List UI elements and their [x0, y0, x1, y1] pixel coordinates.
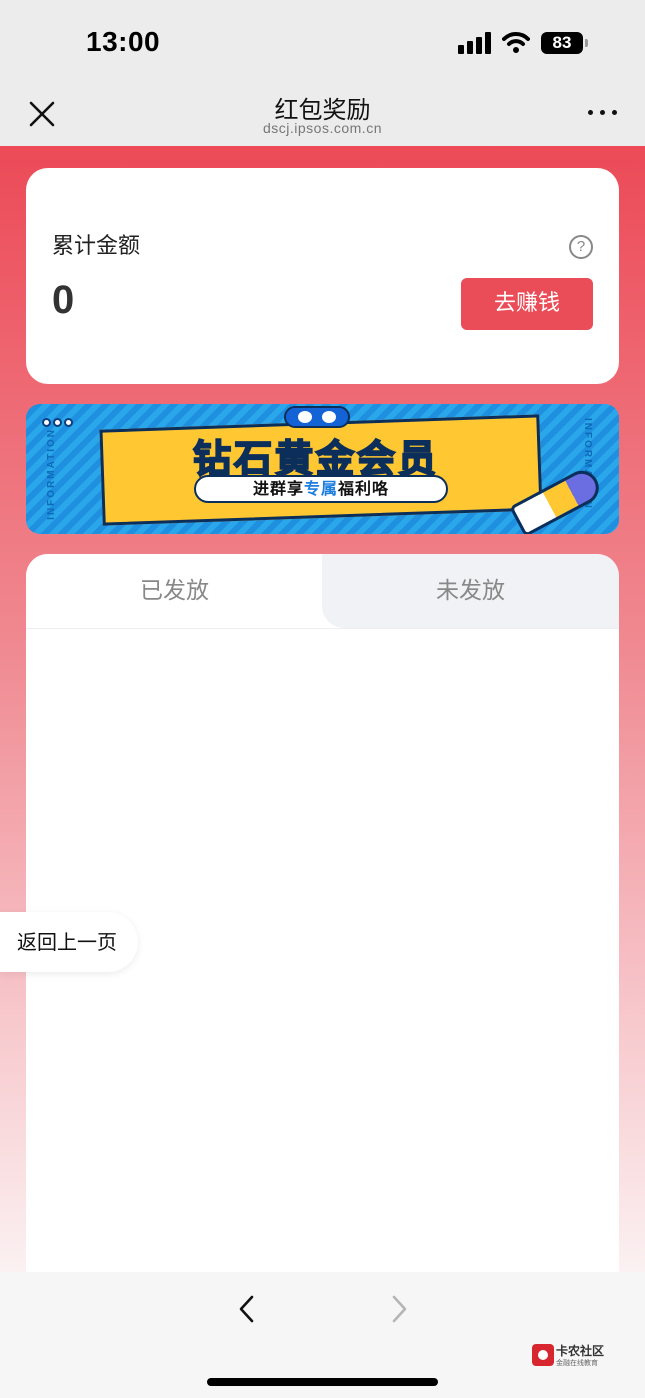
banner-subtitle-highlight: 专属: [303, 479, 338, 498]
watermark: 卡农社区 金融在线教育: [532, 1342, 612, 1372]
tab-divider: [26, 628, 619, 629]
watermark-subtitle: 金融在线教育: [556, 1359, 598, 1367]
tab-issued[interactable]: 已发放: [26, 554, 323, 628]
signal-icon: [458, 32, 492, 54]
page-url: dscj.ipsos.com.cn: [263, 120, 382, 136]
back-to-previous-button[interactable]: 返回上一页: [0, 912, 138, 972]
browser-bottom-bar: 卡农社区 金融在线教育: [0, 1272, 645, 1398]
page-content: 累计金额 ? 0 去赚钱 INFORMATION INFORMATION 钻石黄…: [0, 146, 645, 1272]
watermark-logo-icon: [532, 1344, 554, 1366]
nav-bar: 红包奖励 dscj.ipsos.com.cn: [0, 88, 645, 146]
chevron-right-icon[interactable]: [386, 1294, 412, 1324]
home-indicator[interactable]: [207, 1378, 438, 1386]
promo-banner[interactable]: INFORMATION INFORMATION 钻石黄金会员 进群享专属福利咯: [26, 404, 619, 534]
more-icon[interactable]: [588, 108, 618, 118]
summary-card: 累计金额 ? 0 去赚钱: [26, 168, 619, 384]
watermark-title: 卡农社区: [556, 1344, 605, 1358]
banner-subtitle-prefix: 进群享: [252, 479, 304, 498]
wifi-icon: [502, 32, 530, 53]
battery-icon: 83: [541, 32, 588, 54]
summary-label: 累计金额: [52, 234, 141, 259]
chevron-left-icon[interactable]: [234, 1294, 260, 1324]
status-bar: 13:00 83: [0, 0, 645, 88]
summary-amount: 0: [52, 278, 75, 322]
banner-eyes-icon: [284, 406, 350, 428]
status-time: 13:00: [86, 26, 161, 57]
banner-subtitle-suffix: 福利咯: [338, 479, 390, 498]
banner-subtitle: 进群享专属福利咯: [194, 475, 448, 503]
help-icon[interactable]: ?: [569, 235, 593, 259]
banner-side-text-left: INFORMATION: [46, 428, 57, 520]
tab-pending[interactable]: 未发放: [322, 554, 619, 628]
earn-money-button[interactable]: 去赚钱: [461, 278, 593, 330]
